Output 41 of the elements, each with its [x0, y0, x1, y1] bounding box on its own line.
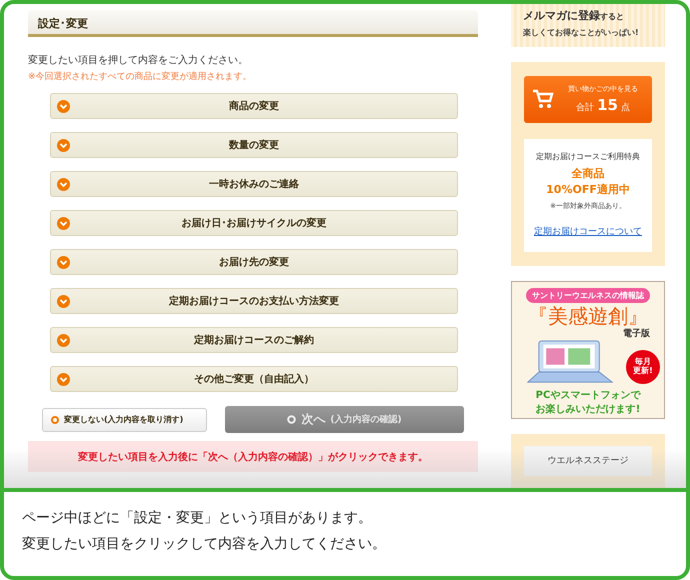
change-item-button[interactable]: 商品の変更 [50, 93, 458, 119]
magazine-banner[interactable]: サントリーウエルネスの情報誌 『美感遊創』 電子版 毎月 更新! PCやスマートフォンで お楽しみいただけます! [511, 280, 665, 419]
chevron-down-icon [57, 100, 70, 113]
caption-text: 変更したい項目をクリックして内容を入力してください。 [22, 535, 387, 553]
change-item-button[interactable]: お届け日･お届けサイクルの変更 [50, 210, 458, 236]
newsletter-title: メルマガに登録すると [523, 8, 625, 23]
course-link[interactable]: 定期お届けコースについて [534, 224, 642, 238]
benefit-highlight: 10%OFF適用中 [546, 182, 630, 197]
caption-text: ページ中ほどに「設定・変更」という項目があります。 [22, 509, 373, 527]
ring-icon [51, 416, 59, 424]
change-item-button[interactable]: 一時お休みのご連絡 [50, 171, 458, 197]
edition-label: 電子版 [623, 328, 650, 340]
cancel-button[interactable]: 変更しない(入力内容を取り消す) [42, 408, 207, 432]
newsletter-banner[interactable]: メルマガに登録すると 楽しくてお得なことがいっぱい! [511, 4, 665, 47]
change-item-button[interactable]: 定期お届けコースのお支払い方法変更 [50, 288, 458, 314]
change-item-button[interactable]: 定期お届けコースのご解約 [50, 327, 458, 353]
update-badge: 毎月 更新! [626, 350, 660, 384]
chevron-down-icon [57, 373, 70, 386]
chevron-down-icon [57, 217, 70, 230]
benefit-heading: 定期お届けコースご利用特典 [536, 150, 640, 162]
newsletter-subtitle: 楽しくてお得なことがいっぱい! [523, 27, 640, 38]
magazine-tag: サントリーウエルネスの情報誌 [526, 288, 650, 303]
magazine-title: 『美感遊創』 [528, 304, 648, 327]
ring-icon [287, 415, 296, 424]
chevron-down-icon [57, 295, 70, 308]
change-item-button[interactable]: その他ご変更（自由記入） [50, 366, 458, 392]
instruction-text: 変更したい項目を押して内容をご入力ください。 [28, 54, 249, 67]
change-item-button[interactable]: お届け先の変更 [50, 249, 458, 275]
warning-banner: 変更したい項目を入力後に「次へ（入力内容の確認）」がクリックできます。 [28, 441, 478, 472]
section-heading: 設定･変更 [28, 10, 478, 37]
benefit-highlight: 全商品 [572, 166, 604, 181]
magazine-caption: PCやスマートフォンで [536, 388, 640, 402]
change-item-button[interactable]: 数量の変更 [50, 132, 458, 158]
chevron-down-icon [57, 139, 70, 152]
chevron-down-icon [57, 256, 70, 269]
cart-icon [532, 89, 554, 110]
chevron-down-icon [57, 178, 70, 191]
notice-text: ※今回選択されたすべての商品に変更が適用されます。 [28, 70, 253, 83]
magazine-caption: お楽しみいただけます! [536, 402, 640, 416]
chevron-down-icon [57, 334, 70, 347]
wellness-stage-button[interactable]: ウエルネスステージ [524, 446, 652, 476]
